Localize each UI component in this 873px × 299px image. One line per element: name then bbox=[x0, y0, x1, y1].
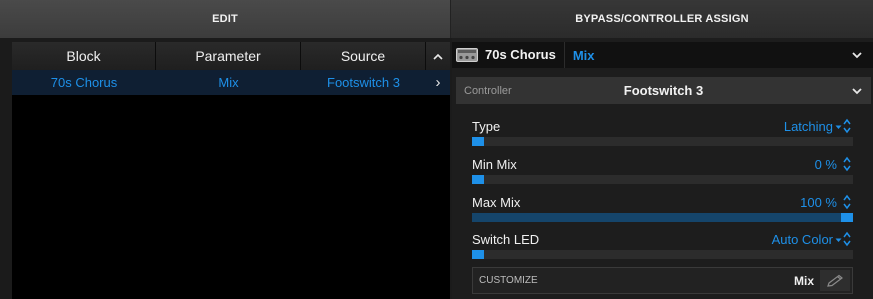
bypass-controller-panel: 70s Chorus Mix Controller Footswitch 3 T… bbox=[452, 38, 873, 299]
column-header-parameter[interactable]: Parameter bbox=[156, 42, 301, 70]
column-header-source[interactable]: Source bbox=[301, 42, 426, 70]
row-block: 70s Chorus bbox=[50, 75, 118, 90]
param-value[interactable]: 100 % bbox=[800, 195, 837, 210]
slider-handle[interactable] bbox=[472, 137, 484, 146]
table-row[interactable]: 70s Chorus Mix Footswitch 3 › bbox=[12, 70, 450, 95]
param-switch-led: Switch LED Auto Color bbox=[468, 231, 855, 265]
slider-handle[interactable] bbox=[472, 250, 484, 259]
caret-up-icon[interactable] bbox=[426, 42, 450, 70]
customize-value: Mix bbox=[793, 274, 814, 288]
customize-row: CUSTOMIZE Mix bbox=[472, 267, 853, 294]
stepper-icon[interactable] bbox=[842, 156, 852, 172]
dropdown-caret-icon[interactable] bbox=[835, 238, 842, 243]
assignment-table: Block Parameter Source 70s Chorus Mix Fo… bbox=[12, 42, 450, 299]
slider-handle[interactable] bbox=[841, 213, 853, 222]
param-slider[interactable] bbox=[472, 175, 853, 184]
stepper-icon[interactable] bbox=[842, 231, 852, 247]
column-header-block[interactable]: Block bbox=[12, 42, 156, 70]
row-parameter: Mix bbox=[218, 75, 239, 90]
param-max-mix: Max Mix 100 % bbox=[468, 194, 855, 228]
param-slider[interactable] bbox=[472, 213, 853, 222]
pedal-icon bbox=[456, 48, 478, 62]
controller-value: Footswitch 3 bbox=[623, 83, 704, 98]
tab-bypass-controller-assign[interactable]: BYPASS/CONTROLLER ASSIGN bbox=[451, 0, 873, 38]
stepper-icon[interactable] bbox=[842, 118, 852, 134]
param-label: Type bbox=[472, 119, 501, 134]
block-name: 70s Chorus bbox=[485, 42, 565, 68]
dropdown-caret-icon[interactable] bbox=[835, 125, 842, 130]
chevron-right-icon[interactable]: › bbox=[426, 70, 450, 95]
customize-label: CUSTOMIZE bbox=[479, 275, 538, 286]
chevron-down-icon[interactable] bbox=[851, 85, 863, 97]
parameter-name: Mix bbox=[572, 47, 595, 63]
param-slider[interactable] bbox=[472, 137, 853, 146]
param-value[interactable]: Auto Color bbox=[772, 232, 833, 247]
param-slider[interactable] bbox=[472, 250, 853, 259]
table-header: Block Parameter Source bbox=[12, 42, 450, 70]
param-label: Switch LED bbox=[472, 232, 540, 247]
pencil-icon[interactable] bbox=[820, 270, 850, 291]
controller-selector[interactable]: Controller Footswitch 3 bbox=[456, 77, 871, 104]
tab-edit[interactable]: EDIT bbox=[0, 0, 451, 38]
row-source: Footswitch 3 bbox=[327, 75, 400, 90]
param-label: Max Mix bbox=[472, 195, 521, 210]
param-value[interactable]: Latching bbox=[784, 119, 833, 134]
param-min-mix: Min Mix 0 % bbox=[468, 156, 855, 190]
slider-handle[interactable] bbox=[472, 175, 484, 184]
slider-fill bbox=[472, 213, 841, 222]
block-selector[interactable]: 70s Chorus Mix bbox=[452, 42, 873, 68]
param-value[interactable]: 0 % bbox=[815, 157, 837, 172]
param-type: Type Latching bbox=[468, 118, 855, 152]
chevron-down-icon[interactable] bbox=[851, 49, 863, 61]
stepper-icon[interactable] bbox=[842, 194, 852, 210]
param-label: Min Mix bbox=[472, 157, 517, 172]
top-tabs: EDIT BYPASS/CONTROLLER ASSIGN bbox=[0, 0, 873, 38]
